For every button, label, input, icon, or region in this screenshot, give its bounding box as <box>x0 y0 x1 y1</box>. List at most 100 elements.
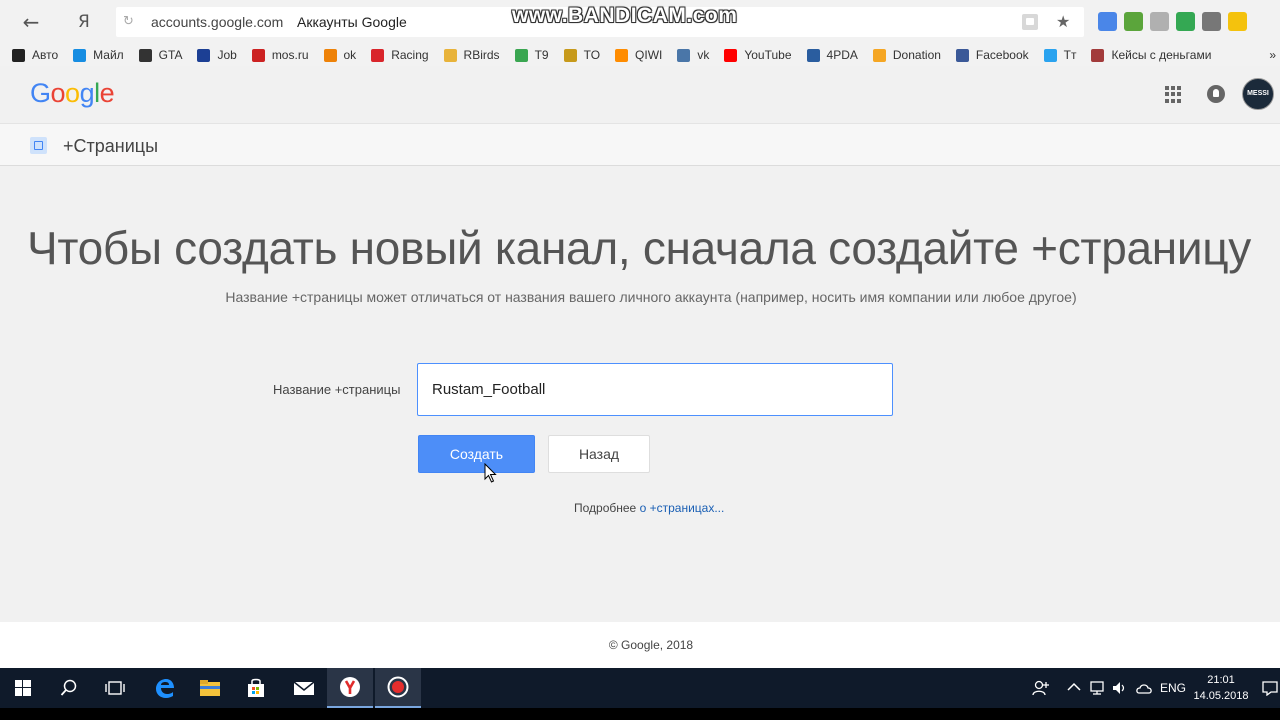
create-button[interactable]: Создать <box>418 435 535 473</box>
back-arrow-icon[interactable]: ← <box>18 10 44 34</box>
bookmark-favicon-icon <box>251 48 265 62</box>
notifications-bell-icon[interactable] <box>1207 85 1225 103</box>
bookmark-label: vk <box>697 48 710 62</box>
wifi-cloud-icon[interactable] <box>1135 680 1153 696</box>
bookmark-item[interactable]: Майл <box>73 44 124 66</box>
protect-icon[interactable] <box>1022 14 1038 30</box>
back-button[interactable]: Назад <box>548 435 650 473</box>
section-title: +Страницы <box>63 136 159 156</box>
browser-extension-icon[interactable] <box>1202 12 1221 31</box>
page-name-input[interactable] <box>417 363 893 416</box>
bookmark-label: Кейсы с деньгами <box>1111 48 1212 62</box>
bookmark-item[interactable]: Racing <box>371 44 429 66</box>
extension-icons <box>1098 12 1247 32</box>
task-view-icon <box>105 681 125 695</box>
bookmark-item[interactable]: Авто <box>12 44 58 66</box>
taskbar-yandex-browser[interactable] <box>327 668 373 708</box>
account-avatar[interactable]: MESSI <box>1242 78 1274 110</box>
yandex-button[interactable]: Я <box>78 11 94 33</box>
bookmark-label: YouTube <box>744 48 792 62</box>
bookmark-item[interactable]: Job <box>197 44 237 66</box>
bookmark-item[interactable]: mos.ru <box>251 44 309 66</box>
bookmark-favicon-icon <box>73 48 87 62</box>
bookmark-label: Авто <box>32 48 59 62</box>
reload-icon[interactable]: ↻ <box>123 13 139 31</box>
logo-letter: e <box>99 78 115 108</box>
browser-extension-icon[interactable] <box>1176 12 1195 31</box>
browser-extension-icon[interactable] <box>1150 12 1169 31</box>
page-name-label: Название +страницы <box>273 382 401 397</box>
logo-letter: o <box>65 78 80 108</box>
bookmark-label: mos.ru <box>271 48 309 62</box>
apps-grid-icon[interactable] <box>1165 86 1182 103</box>
plus-pages-icon <box>30 137 47 154</box>
google-logo[interactable]: Google <box>30 77 115 109</box>
bookmark-label: T9 <box>534 48 549 62</box>
bookmark-favicon-icon <box>724 48 738 62</box>
action-center-icon[interactable] <box>1262 680 1278 696</box>
bookmark-item[interactable]: YouTube <box>724 44 792 66</box>
taskbar-store[interactable] <box>233 668 279 708</box>
learn-more-link[interactable]: о +страницах... <box>640 501 725 515</box>
browser-extension-icon[interactable] <box>1098 12 1117 31</box>
bookmark-item[interactable]: RBirds <box>443 44 500 66</box>
record-icon <box>387 676 409 698</box>
network-icon[interactable] <box>1089 680 1105 696</box>
start-button[interactable] <box>0 668 46 708</box>
bookmark-favicon-icon <box>323 48 337 62</box>
windows-logo-icon <box>15 680 31 696</box>
learn-more-prefix: Подробнее <box>574 501 637 515</box>
bookmark-item[interactable]: QIWI <box>615 44 662 66</box>
url-page-title: Аккаунты Google <box>297 14 407 30</box>
bookmark-item[interactable]: Donation <box>872 44 941 66</box>
logo-letter: g <box>79 78 95 108</box>
bookmark-favicon-icon <box>138 48 152 62</box>
task-view-button[interactable] <box>92 668 138 708</box>
bookmark-item[interactable]: GTA <box>138 44 183 66</box>
bookmark-item[interactable]: 4PDA <box>806 44 858 66</box>
bookmark-favicon-icon <box>677 48 691 62</box>
chevron-up-icon[interactable] <box>1067 682 1081 692</box>
bookmark-label: Тт <box>1063 48 1077 62</box>
bookmark-item[interactable]: Facebook <box>955 44 1029 66</box>
screen-bottom-border <box>0 708 1280 720</box>
taskbar-mail[interactable] <box>281 668 327 708</box>
bookmark-favicon-icon <box>12 48 25 62</box>
copyright-text: © Google, 2018 <box>608 638 694 652</box>
bookmark-label: Майл <box>93 48 124 62</box>
bookmark-favicon-icon <box>514 48 528 62</box>
bookmark-item[interactable]: ok <box>323 44 356 66</box>
language-indicator[interactable]: ENG <box>1160 681 1186 695</box>
bookmark-label: RBirds <box>463 48 500 62</box>
system-clock[interactable]: 21:01 14.05.2018 <box>1190 672 1252 704</box>
bookmark-item[interactable]: Кейсы с деньгами <box>1091 44 1211 66</box>
url-domain: accounts.google.com <box>151 14 284 30</box>
taskbar-bandicam[interactable] <box>375 668 421 708</box>
mouse-cursor-icon <box>484 463 497 483</box>
bookmark-star-icon[interactable]: ★ <box>1056 12 1070 32</box>
clock-date: 14.05.2018 <box>1193 690 1249 702</box>
people-icon[interactable] <box>1032 679 1050 697</box>
bookmark-favicon-icon <box>615 48 629 62</box>
bandicam-watermark: www.BANDICAM.com <box>512 4 738 27</box>
bookmark-item[interactable]: T9 <box>514 44 549 66</box>
bookmark-item[interactable]: Тт <box>1043 44 1077 66</box>
taskbar-file-explorer[interactable] <box>187 668 233 708</box>
bookmark-favicon-icon <box>563 48 577 62</box>
windows-taskbar: ENG 21:01 14.05.2018 <box>0 668 1280 708</box>
logo-letter: o <box>50 78 66 108</box>
bookmarks-more-button[interactable]: » <box>1269 44 1276 66</box>
search-button[interactable] <box>46 668 92 708</box>
browser-extension-icon[interactable] <box>1228 12 1247 31</box>
browser-extension-icon[interactable] <box>1124 12 1143 31</box>
bookmark-favicon-icon <box>197 48 211 62</box>
bookmark-label: Donation <box>892 48 941 62</box>
edge-browser-icon <box>156 679 174 698</box>
bookmark-label: GTA <box>158 48 183 62</box>
clock-time: 21:01 <box>1207 674 1235 686</box>
bookmark-item[interactable]: TO <box>563 44 600 66</box>
volume-icon[interactable] <box>1111 680 1127 696</box>
bookmark-item[interactable]: vk <box>677 44 709 66</box>
logo-letter: G <box>30 78 51 108</box>
taskbar-edge[interactable] <box>141 668 187 708</box>
